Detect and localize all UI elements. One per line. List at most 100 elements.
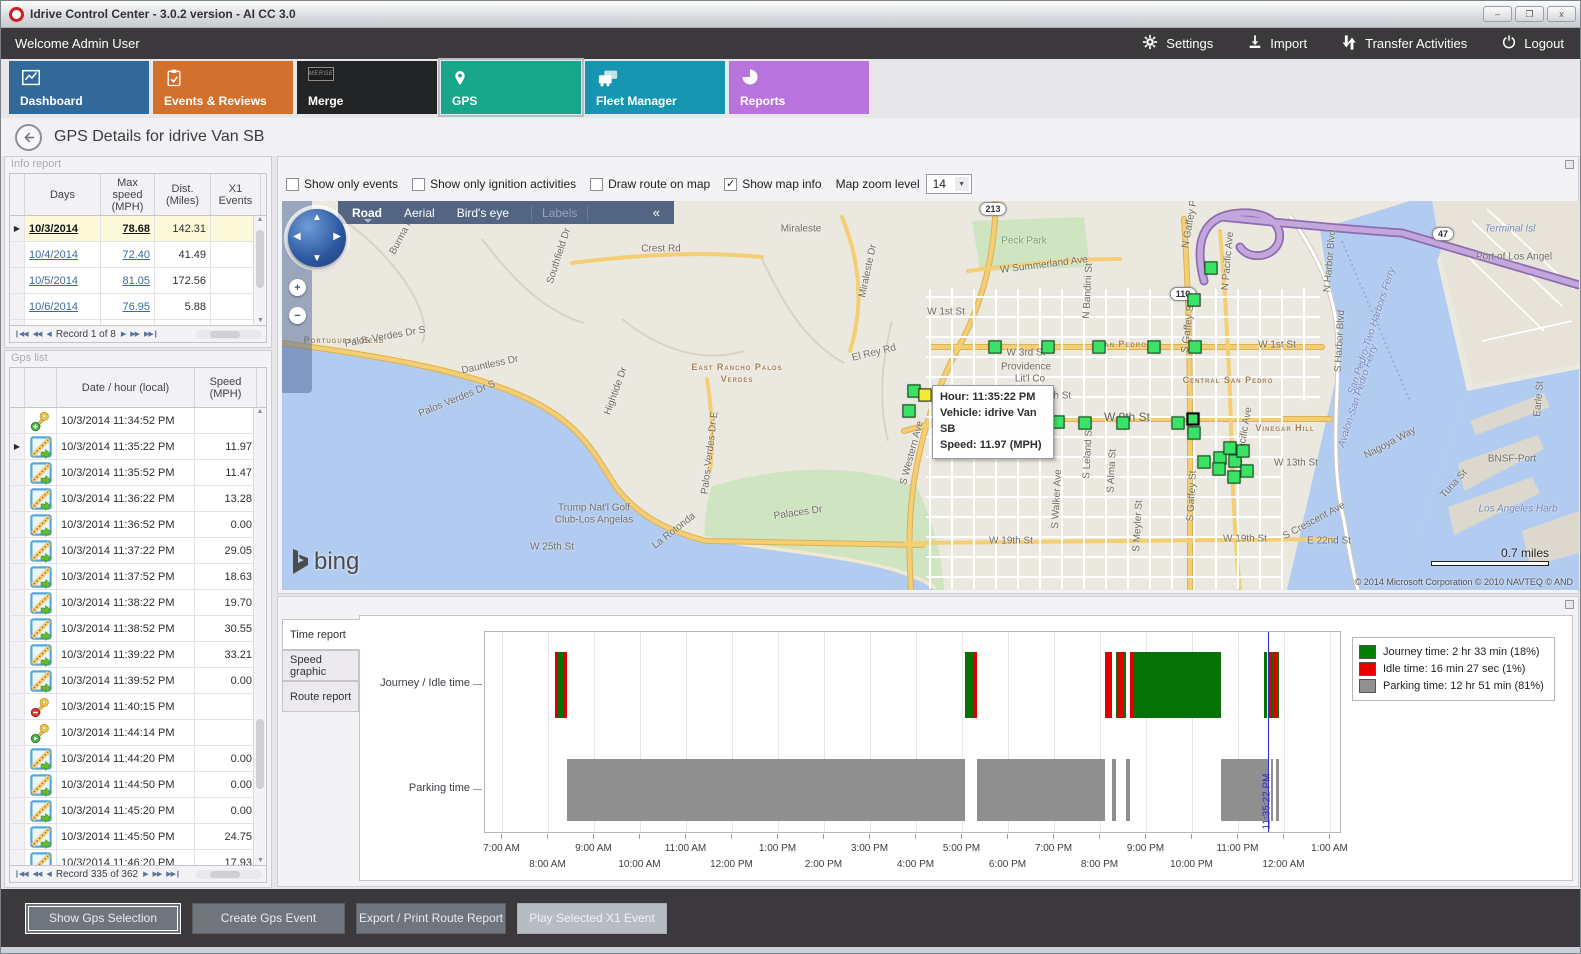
- pan-right-icon[interactable]: ▶: [333, 231, 341, 242]
- gps-list-scrollbar[interactable]: ▲▼: [253, 408, 266, 865]
- checkbox-show-only-ignition-activities[interactable]: Show only ignition activities: [412, 177, 576, 191]
- maximize-button[interactable]: ❐: [1515, 6, 1544, 22]
- checkbox-draw-route-on-map[interactable]: Draw route on map: [590, 177, 710, 191]
- column-header[interactable]: X1 Events: [211, 174, 261, 215]
- map-panel-expand-icon[interactable]: [1565, 160, 1574, 169]
- gps-list-row[interactable]: 10/3/2014 11:37:52 PM18.63: [10, 564, 266, 590]
- gps-marker[interactable]: [1172, 417, 1185, 430]
- days-cell[interactable]: 10/6/2014: [25, 294, 101, 319]
- row-indicator-header[interactable]: [10, 368, 25, 407]
- column-header[interactable]: Speed (MPH): [195, 368, 257, 407]
- gps-marker[interactable]: [1241, 465, 1254, 478]
- last-page-button[interactable]: ▶▶❙: [166, 870, 180, 878]
- chevron-down-icon[interactable]: ▼: [955, 177, 969, 191]
- max-speed-cell[interactable]: 78.68: [101, 216, 155, 241]
- chart-panel-expand-icon[interactable]: [1565, 600, 1574, 609]
- checkbox-box[interactable]: [590, 178, 603, 191]
- row-indicator-header[interactable]: [25, 368, 57, 407]
- map-style-aerial[interactable]: Aerial: [404, 206, 435, 220]
- gps-marker[interactable]: [1213, 463, 1226, 476]
- column-header[interactable]: Max speed (MPH): [101, 174, 155, 215]
- gps-list-row[interactable]: 10/3/2014 11:37:22 PM29.05: [10, 538, 266, 564]
- back-button[interactable]: [15, 124, 42, 151]
- gps-marker[interactable]: [1198, 456, 1211, 469]
- gps-list-row[interactable]: 10/3/2014 11:35:52 PM11.47: [10, 460, 266, 486]
- map-zoom-select[interactable]: 14▼: [926, 174, 972, 194]
- gps-list-row[interactable]: 10/3/2014 11:45:20 PM0.00: [10, 798, 266, 824]
- nav-tile-fleet-manager[interactable]: Fleet Manager: [585, 61, 725, 114]
- gps-list-row[interactable]: 10/3/2014 11:36:52 PM0.00: [10, 512, 266, 538]
- gps-marker[interactable]: [1042, 341, 1055, 354]
- nav-tile-merge[interactable]: MERGEMerge: [297, 61, 437, 114]
- gps-list-hscrollbar[interactable]: [196, 870, 262, 879]
- nav-tile-gps[interactable]: GPS: [441, 61, 581, 114]
- gps-marker[interactable]: [1093, 341, 1106, 354]
- checkbox-show-only-events[interactable]: Show only events: [286, 177, 398, 191]
- gps-marker[interactable]: [1187, 413, 1200, 426]
- pan-down-icon[interactable]: ▼: [312, 253, 322, 264]
- next-button[interactable]: ▶: [121, 330, 125, 338]
- checkbox-box[interactable]: ✓: [724, 178, 737, 191]
- first-page-button[interactable]: ❙◀◀: [14, 870, 28, 878]
- close-button[interactable]: x: [1547, 6, 1576, 22]
- menu-action-settings[interactable]: Settings: [1141, 33, 1213, 54]
- nav-tile-reports[interactable]: Reports: [729, 61, 869, 114]
- create-gps-event-button[interactable]: Create Gps Event: [192, 903, 345, 934]
- row-indicator-header[interactable]: [10, 174, 25, 215]
- gps-marker[interactable]: [1188, 294, 1201, 307]
- max-speed-link[interactable]: 81.05: [122, 275, 150, 287]
- gps-list-row[interactable]: 10/3/2014 11:45:50 PM24.75: [10, 824, 266, 850]
- gps-list-row[interactable]: ▶10/3/2014 11:35:22 PM11.97: [10, 434, 266, 460]
- max-speed-link[interactable]: 76.95: [122, 301, 150, 313]
- map-compass-pad[interactable]: ▲ ▼ ◀ ▶: [288, 209, 346, 267]
- last-page-button[interactable]: ▶▶❙: [144, 330, 158, 338]
- pan-up-icon[interactable]: ▲: [312, 212, 322, 223]
- info-report-row[interactable]: 10/4/201472.4041.49: [10, 242, 266, 268]
- gps-list-row[interactable]: 10/3/2014 11:39:52 PM0.00: [10, 668, 266, 694]
- day-link[interactable]: 10/6/2014: [29, 301, 78, 313]
- map-zoom-in-button[interactable]: +: [289, 279, 306, 296]
- tab-route-report[interactable]: Route report: [282, 681, 359, 712]
- day-link[interactable]: 10/4/2014: [29, 249, 78, 261]
- gps-marker[interactable]: [1188, 427, 1201, 440]
- info-report-scrollbar[interactable]: ▲▼: [253, 216, 266, 325]
- show-gps-selection-button[interactable]: Show Gps Selection: [25, 903, 181, 934]
- next-fast-button[interactable]: ▶▶: [130, 330, 139, 338]
- checkbox-show-map-info[interactable]: ✓Show map info: [724, 177, 821, 191]
- gps-list-row[interactable]: 10/3/2014 11:44:20 PM0.00: [10, 746, 266, 772]
- gps-list-row[interactable]: 10/3/2014 11:39:22 PM33.21: [10, 642, 266, 668]
- menu-action-import[interactable]: Import: [1247, 34, 1307, 53]
- column-header[interactable]: Days: [25, 174, 101, 215]
- gps-marker[interactable]: [1224, 442, 1237, 455]
- gps-list-row[interactable]: 10/3/2014 11:40:15 PM: [10, 694, 266, 720]
- days-cell[interactable]: 10/3/2014: [25, 216, 101, 241]
- gps-marker[interactable]: [1079, 417, 1092, 430]
- prev-fast-button[interactable]: ◀◀: [33, 870, 42, 878]
- map-bar-collapse-icon[interactable]: «: [653, 205, 660, 220]
- info-report-row[interactable]: 10/6/201476.955.88: [10, 294, 266, 320]
- gps-list-row[interactable]: 10/3/2014 11:38:22 PM19.70: [10, 590, 266, 616]
- first-page-button[interactable]: ❙◀◀: [14, 330, 28, 338]
- gps-list-row[interactable]: 10/3/2014 11:34:52 PM: [10, 408, 266, 434]
- max-speed-link[interactable]: 78.68: [122, 223, 150, 235]
- pan-left-icon[interactable]: ◀: [293, 231, 301, 242]
- column-header[interactable]: Dist. (Miles): [155, 174, 211, 215]
- prev-fast-button[interactable]: ◀◀: [33, 330, 42, 338]
- selected-gps-marker[interactable]: [919, 389, 932, 402]
- menu-action-transfer-activities[interactable]: Transfer Activities: [1341, 34, 1467, 54]
- tab-time-report[interactable]: Time report: [282, 619, 360, 650]
- info-report-hscrollbar[interactable]: [196, 330, 262, 339]
- checkbox-box[interactable]: [412, 178, 425, 191]
- map-style-bird-s-eye[interactable]: Bird's eye: [457, 206, 509, 220]
- gps-marker[interactable]: [1148, 341, 1161, 354]
- menu-action-logout[interactable]: Logout: [1501, 34, 1564, 53]
- gps-list-row[interactable]: 10/3/2014 11:38:52 PM30.55: [10, 616, 266, 642]
- tab-speed-graphic[interactable]: Speed graphic: [282, 650, 359, 681]
- prev-button[interactable]: ◀: [46, 870, 50, 878]
- column-header[interactable]: Date / hour (local): [57, 368, 195, 407]
- next-fast-button[interactable]: ▶▶: [152, 870, 161, 878]
- gps-marker[interactable]: [1228, 471, 1241, 484]
- max-speed-link[interactable]: 72.40: [122, 249, 150, 261]
- info-report-row[interactable]: 10/5/201481.05172.56: [10, 268, 266, 294]
- gps-marker[interactable]: [903, 405, 916, 418]
